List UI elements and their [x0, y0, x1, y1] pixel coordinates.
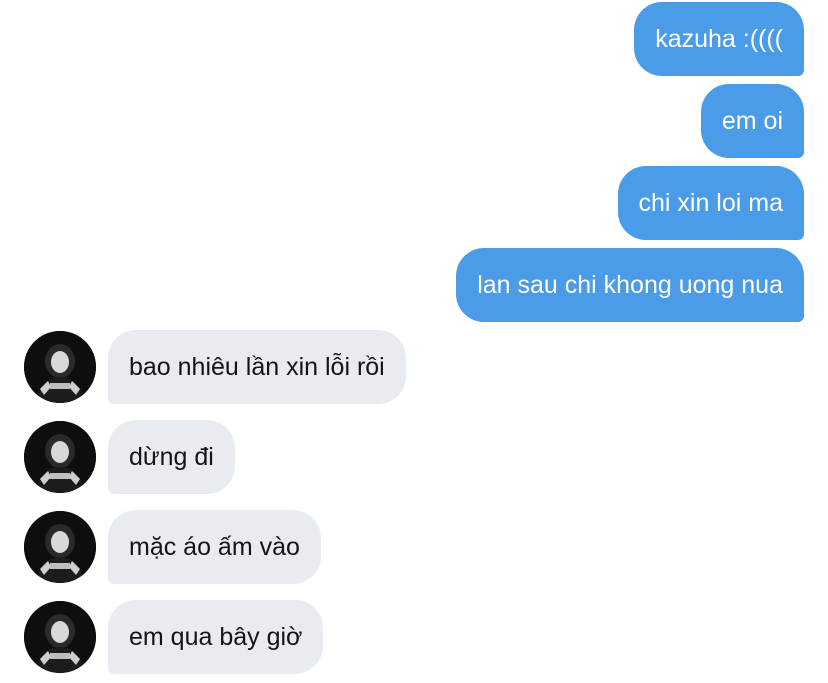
contact-avatar[interactable] [24, 511, 96, 583]
sent-message-bubble[interactable]: lan sau chi khong uong nua [456, 248, 804, 322]
message-text: em oi [721, 106, 783, 135]
received-message-bubble[interactable]: mặc áo ấm vào [108, 510, 321, 584]
profile-photo-icon [24, 331, 96, 403]
message-text: dừng đi [129, 442, 214, 471]
message-text: kazuha :(((( [655, 24, 783, 53]
sent-message-bubble[interactable]: chi xin loi ma [617, 166, 804, 240]
profile-photo-icon [24, 511, 96, 583]
sent-message-bubble[interactable]: kazuha :(((( [634, 2, 804, 76]
message-text: bao nhiêu lần xin lỗi rồi [129, 352, 385, 381]
contact-avatar[interactable] [24, 421, 96, 493]
received-message-bubble[interactable]: em qua bây giờ [108, 600, 324, 674]
message-text: lan sau chi khong uong nua [477, 270, 783, 299]
message-text: em qua bây giờ [129, 622, 303, 651]
received-message-bubble[interactable]: bao nhiêu lần xin lỗi rồi [108, 330, 406, 404]
received-message-bubble[interactable]: dừng đi [108, 420, 235, 494]
contact-avatar[interactable] [24, 601, 96, 673]
sent-message-bubble[interactable]: em oi [700, 84, 804, 158]
message-thread: kazuha :(((( em oi chi xin loi ma lan sa… [0, 0, 828, 683]
profile-photo-icon [24, 601, 96, 673]
contact-avatar[interactable] [24, 331, 96, 403]
message-text: mặc áo ấm vào [129, 532, 300, 561]
profile-photo-icon [24, 421, 96, 493]
message-text: chi xin loi ma [638, 188, 784, 217]
